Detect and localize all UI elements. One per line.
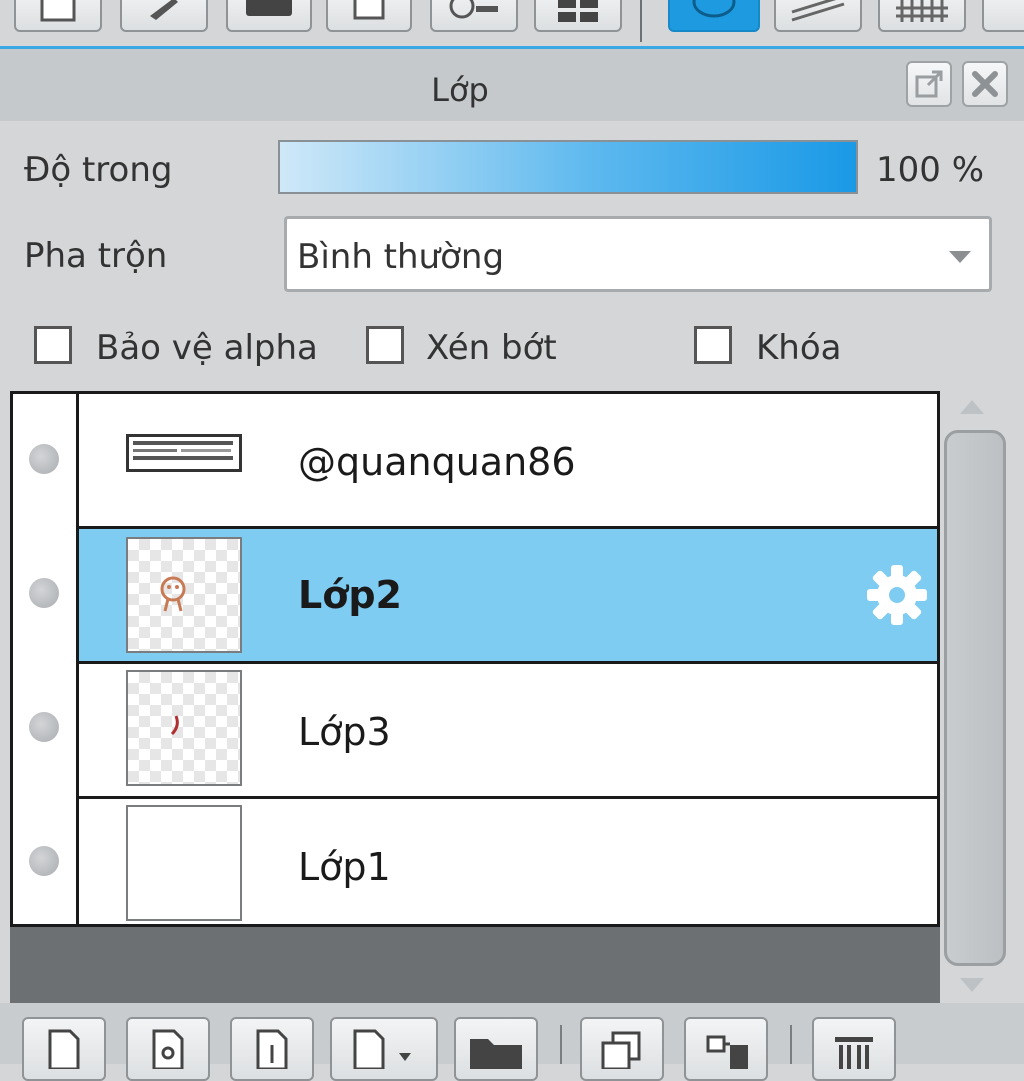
scrollbar-thumb[interactable] <box>944 430 1006 966</box>
new-layer-icon[interactable] <box>22 1017 106 1081</box>
gear-icon[interactable] <box>865 563 929 631</box>
layer-list: @quanquan86 Lớp2 Lớp3 Lớp1 <box>10 391 940 927</box>
page-icon[interactable] <box>326 0 412 32</box>
new-layer-8-icon[interactable] <box>126 1017 210 1081</box>
toolbar-separator <box>790 1025 792 1064</box>
layer-name: Lớp2 <box>298 573 402 617</box>
merge-icon[interactable] <box>684 1017 768 1081</box>
panel-title: Lớp <box>431 71 489 109</box>
folder-icon[interactable] <box>454 1017 538 1081</box>
opacity-fill <box>280 142 856 192</box>
layer-name: Lớp3 <box>298 710 391 754</box>
toolbar-separator <box>560 1025 562 1064</box>
layer-thumbnail <box>126 805 242 921</box>
pen-icon[interactable] <box>120 0 208 32</box>
list-empty-area <box>10 927 940 1003</box>
layer-thumbnail <box>126 434 242 472</box>
layer-thumbnail <box>126 537 242 653</box>
scroll-up-icon[interactable] <box>960 400 984 414</box>
popout-icon[interactable] <box>906 61 952 107</box>
clip-label: Xén bớt <box>426 328 557 368</box>
blend-label: Pha trộn <box>24 236 168 276</box>
trash-icon[interactable] <box>812 1017 896 1081</box>
opacity-value: 100 % <box>876 150 985 190</box>
visibility-toggle[interactable] <box>29 578 59 608</box>
ruler-icon[interactable] <box>774 0 862 32</box>
close-icon[interactable] <box>962 61 1008 107</box>
more-toolbar-button[interactable] <box>982 0 1024 32</box>
visibility-toggle[interactable] <box>29 444 59 474</box>
hatch-icon[interactable] <box>878 0 966 32</box>
comment-icon[interactable] <box>226 0 312 32</box>
duplicate-icon[interactable] <box>580 1017 664 1081</box>
lock-checkbox[interactable] <box>694 326 732 364</box>
panel-header: Lớp <box>0 49 1024 121</box>
visibility-toggle[interactable] <box>29 846 59 876</box>
new-layer-menu-icon[interactable] <box>330 1017 438 1081</box>
new-layer-1-icon[interactable] <box>230 1017 314 1081</box>
opacity-slider[interactable] <box>278 140 858 194</box>
lock-label: Khóa <box>756 328 842 368</box>
blend-mode-select[interactable]: Bình thường <box>284 216 992 292</box>
grid-icon[interactable] <box>534 0 622 32</box>
toolbar-separator <box>640 0 642 42</box>
layer-icon[interactable] <box>668 0 760 32</box>
top-toolbar <box>0 0 1024 46</box>
protect-alpha-label: Bảo vệ alpha <box>96 328 318 368</box>
layer-name: Lớp1 <box>298 845 391 889</box>
clip-checkbox[interactable] <box>366 326 404 364</box>
opacity-label: Độ trong <box>24 150 173 190</box>
layer-name: @quanquan86 <box>298 440 576 484</box>
visibility-toggle[interactable] <box>29 712 59 742</box>
timer-icon[interactable] <box>430 0 518 32</box>
chevron-down-icon <box>949 251 971 263</box>
layer-row[interactable]: Lớp1 <box>13 799 937 924</box>
doc-icon[interactable] <box>14 0 102 32</box>
visibility-column <box>13 394 79 924</box>
layer-row[interactable]: @quanquan86 <box>13 394 937 526</box>
layer-row-selected[interactable]: Lớp2 <box>13 529 937 661</box>
scroll-down-icon[interactable] <box>960 978 984 992</box>
protect-alpha-checkbox[interactable] <box>34 326 72 364</box>
layer-thumbnail <box>126 670 242 786</box>
layer-row[interactable]: Lớp3 <box>13 664 937 796</box>
blend-mode-value: Bình thường <box>297 237 505 277</box>
